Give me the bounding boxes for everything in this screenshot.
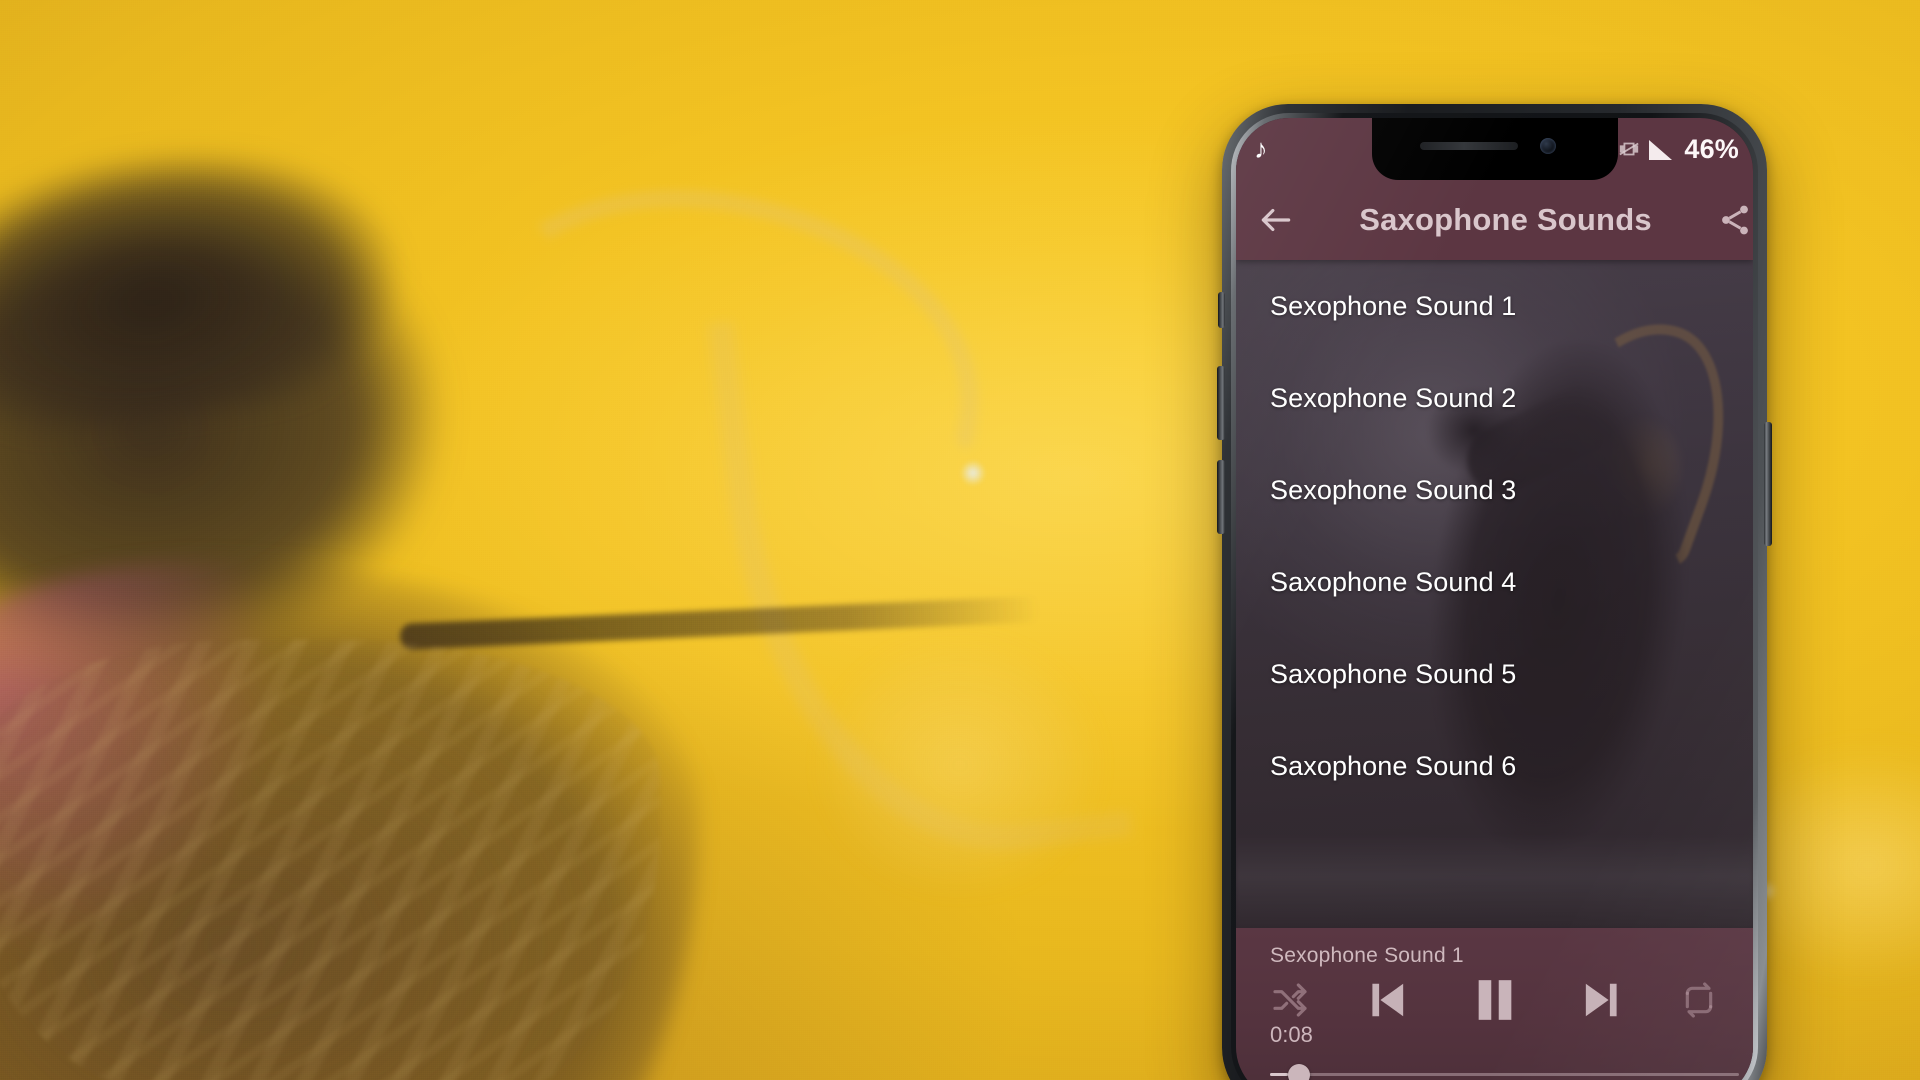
seek-thumb[interactable] (1288, 1064, 1310, 1080)
back-arrow-icon[interactable] (1252, 196, 1300, 244)
previous-button[interactable] (1362, 974, 1414, 1026)
share-icon[interactable] (1711, 196, 1753, 244)
pause-button[interactable] (1467, 972, 1523, 1028)
battery-percentage: 46% (1684, 133, 1739, 164)
seek-slider[interactable] (1270, 1064, 1739, 1080)
seek-track (1270, 1073, 1739, 1076)
repeat-button[interactable] (1679, 980, 1719, 1020)
phone-screen: ♪ 46% Saxophone Sounds Sexophone Sound 1… (1236, 118, 1753, 1080)
vibrate-icon (1618, 138, 1640, 160)
list-item-label: Saxophone Sound 5 (1270, 658, 1517, 689)
shuffle-button[interactable] (1270, 980, 1310, 1020)
list-item[interactable]: Sexophone Sound 3 (1236, 444, 1753, 536)
volume-down-button[interactable] (1217, 460, 1225, 534)
player-bar: Sexophone Sound 1 0:08 (1236, 928, 1753, 1080)
silent-switch[interactable] (1218, 292, 1225, 328)
status-bar-left: ♪ (1236, 133, 1268, 164)
list-item-label: Sexophone Sound 1 (1270, 290, 1517, 321)
volume-up-button[interactable] (1217, 366, 1225, 440)
status-bar-right: 46% (1618, 134, 1753, 165)
list-item[interactable]: Saxophone Sound 5 (1236, 628, 1753, 720)
player-controls (1236, 968, 1753, 1028)
phone-bezel: ♪ 46% Saxophone Sounds Sexophone Sound 1… (1231, 113, 1758, 1080)
list-item[interactable]: Sexophone Sound 2 (1236, 352, 1753, 444)
list-item-label: Saxophone Sound 4 (1270, 566, 1517, 597)
list-item-label: Saxophone Sound 6 (1270, 750, 1517, 781)
power-button[interactable] (1764, 422, 1772, 546)
list-item[interactable]: Sexophone Sound 1 (1236, 260, 1753, 352)
page-title: Saxophone Sounds (1359, 202, 1652, 237)
screenshot-stage: ♪ 46% Saxophone Sounds Sexophone Sound 1… (0, 0, 1920, 1080)
signal-icon (1649, 138, 1675, 160)
earpiece-speaker-icon (1419, 142, 1518, 150)
now-playing-label: Sexophone Sound 1 (1270, 944, 1464, 967)
sound-list[interactable]: Sexophone Sound 1 Sexophone Sound 2 Sexo… (1236, 260, 1753, 928)
phone-notch (1371, 118, 1618, 180)
seek-fill (1270, 1073, 1288, 1076)
list-item-label: Sexophone Sound 3 (1270, 474, 1517, 505)
phone-mockup: ♪ 46% Saxophone Sounds Sexophone Sound 1… (1217, 104, 1772, 1080)
list-item[interactable]: Saxophone Sound 6 (1236, 720, 1753, 812)
music-note-icon: ♪ (1254, 133, 1268, 164)
next-button[interactable] (1575, 974, 1627, 1026)
list-item[interactable]: Saxophone Sound 4 (1236, 536, 1753, 628)
list-item-label: Sexophone Sound 2 (1270, 382, 1517, 413)
app-bar: Saxophone Sounds (1236, 180, 1753, 260)
app-container: ♪ 46% Saxophone Sounds Sexophone Sound 1… (1236, 118, 1753, 1080)
front-camera-icon (1539, 138, 1556, 154)
